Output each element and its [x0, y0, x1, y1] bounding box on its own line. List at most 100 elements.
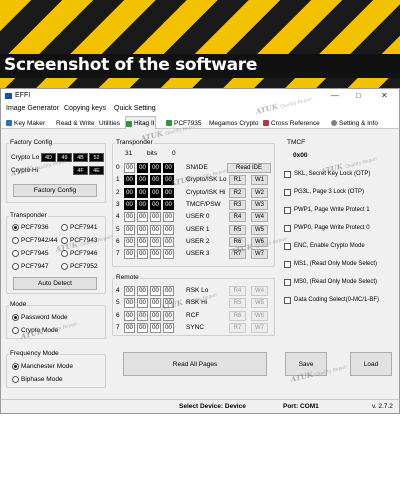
- page-byte-field[interactable]: 00: [163, 236, 174, 247]
- remote-byte-field[interactable]: 00: [124, 310, 135, 321]
- read-page-button[interactable]: R4: [229, 286, 246, 296]
- page-byte-field[interactable]: 00: [124, 212, 135, 223]
- radio-password-mode[interactable]: [12, 314, 19, 321]
- page-byte-field[interactable]: 00: [137, 224, 148, 235]
- radio-pcf7945[interactable]: [12, 250, 19, 257]
- write-page-button[interactable]: W4: [251, 286, 268, 296]
- menu-copying-keys[interactable]: Copying keys: [64, 105, 106, 112]
- write-page-button[interactable]: W6: [251, 310, 268, 321]
- page-byte-field[interactable]: 00: [124, 175, 135, 186]
- read-all-pages-button[interactable]: Read All Pages: [123, 352, 267, 376]
- read-page-button[interactable]: R1: [229, 175, 246, 186]
- page-byte-field[interactable]: 00: [163, 224, 174, 235]
- tmcf-checkbox[interactable]: [284, 279, 291, 286]
- remote-byte-field[interactable]: 00: [150, 310, 161, 321]
- page-byte-field[interactable]: 00: [150, 236, 161, 247]
- tmcf-checkbox[interactable]: [284, 243, 291, 250]
- minimize-icon[interactable]: —: [331, 91, 339, 100]
- load-button[interactable]: Load: [350, 352, 392, 376]
- remote-byte-field[interactable]: 00: [137, 322, 148, 333]
- tmcf-checkbox[interactable]: [284, 189, 291, 196]
- remote-byte-field[interactable]: 00: [163, 286, 174, 296]
- radio-pcf7941[interactable]: [61, 224, 68, 231]
- tmcf-checkbox[interactable]: [284, 225, 291, 232]
- remote-byte-field[interactable]: 00: [150, 322, 161, 333]
- tab-cross-reference[interactable]: Cross Reference: [263, 117, 320, 128]
- crypto-lo-byte-3[interactable]: 4B: [73, 153, 88, 162]
- page-byte-field[interactable]: 00: [163, 249, 174, 260]
- tab-key-maker[interactable]: Key Maker: [6, 117, 45, 128]
- page-byte-field[interactable]: 00: [137, 187, 148, 198]
- page-byte-field[interactable]: 00: [124, 236, 135, 247]
- page-byte-field[interactable]: 00: [150, 212, 161, 223]
- read-page-button[interactable]: R7: [229, 322, 246, 333]
- tab-hitag-ii[interactable]: Hitag II: [125, 116, 156, 129]
- tab-read-write[interactable]: Read & Write: [56, 117, 95, 128]
- tmcf-checkbox[interactable]: [284, 171, 291, 178]
- page-byte-field[interactable]: 00: [150, 175, 161, 186]
- radio-manchester-mode[interactable]: [12, 363, 19, 370]
- remote-byte-field[interactable]: 00: [137, 310, 148, 321]
- write-page-button[interactable]: W5: [251, 298, 268, 309]
- write-page-button[interactable]: W1: [251, 175, 268, 186]
- remote-byte-field[interactable]: 00: [137, 286, 148, 296]
- page-byte-field[interactable]: 00: [163, 212, 174, 223]
- page-byte-field[interactable]: 00: [124, 249, 135, 260]
- tab-megamos-crypto[interactable]: Megamos Crypto: [209, 117, 259, 128]
- factory-config-button[interactable]: Factory Config: [13, 184, 97, 197]
- read-page-button[interactable]: R5: [229, 298, 246, 309]
- read-page-button[interactable]: R3: [229, 199, 246, 210]
- page-byte-field[interactable]: 00: [150, 187, 161, 198]
- read-page-button[interactable]: R6: [229, 310, 246, 321]
- remote-byte-field[interactable]: 00: [124, 286, 135, 296]
- page-byte-field[interactable]: 00: [124, 187, 135, 198]
- write-page-button[interactable]: W7: [251, 249, 268, 260]
- crypto-lo-byte-4[interactable]: 52: [89, 153, 104, 162]
- remote-byte-field[interactable]: 00: [163, 322, 174, 333]
- page-byte-field[interactable]: 00: [137, 163, 148, 173]
- page-byte-field[interactable]: 00: [124, 163, 135, 173]
- page-byte-field[interactable]: 00: [137, 249, 148, 260]
- tab-setting-info[interactable]: Setting & Info: [331, 117, 378, 128]
- page-byte-field[interactable]: 00: [150, 249, 161, 260]
- write-page-button[interactable]: W7: [251, 322, 268, 333]
- radio-pcf7942-44[interactable]: [12, 237, 19, 244]
- remote-byte-field[interactable]: 00: [150, 286, 161, 296]
- tmcf-checkbox[interactable]: [284, 297, 291, 304]
- auto-detect-button[interactable]: Auto Detect: [13, 277, 97, 290]
- write-page-button[interactable]: W3: [251, 199, 268, 210]
- radio-pcf7936[interactable]: [12, 224, 19, 231]
- remote-byte-field[interactable]: 00: [163, 310, 174, 321]
- read-page-button[interactable]: R2: [229, 187, 246, 198]
- write-page-button[interactable]: W2: [251, 187, 268, 198]
- page-byte-field[interactable]: 00: [150, 224, 161, 235]
- radio-pcf7952[interactable]: [61, 263, 68, 270]
- page-byte-field[interactable]: 00: [150, 163, 161, 173]
- read-ide-button[interactable]: Read IDE: [227, 163, 271, 173]
- page-byte-field[interactable]: 00: [150, 199, 161, 210]
- remote-byte-field[interactable]: 00: [124, 298, 135, 309]
- tmcf-checkbox[interactable]: [284, 207, 291, 214]
- tmcf-checkbox[interactable]: [284, 261, 291, 268]
- page-byte-field[interactable]: 00: [124, 199, 135, 210]
- read-page-button[interactable]: R4: [229, 212, 246, 223]
- radio-biphase-mode[interactable]: [12, 376, 19, 383]
- page-byte-field[interactable]: 00: [163, 187, 174, 198]
- crypto-hi-byte-1[interactable]: 4F: [73, 166, 88, 175]
- write-page-button[interactable]: W5: [251, 224, 268, 235]
- radio-crypto-mode[interactable]: [12, 327, 19, 334]
- page-byte-field[interactable]: 00: [137, 199, 148, 210]
- page-byte-field[interactable]: 00: [137, 236, 148, 247]
- crypto-hi-byte-2[interactable]: 4E: [89, 166, 104, 175]
- page-byte-field[interactable]: 00: [163, 199, 174, 210]
- read-page-button[interactable]: R5: [229, 224, 246, 235]
- page-byte-field[interactable]: 00: [124, 224, 135, 235]
- menu-quick-setting[interactable]: Quick Setting: [114, 105, 156, 112]
- menu-image-generator[interactable]: Image Generator: [6, 105, 59, 112]
- close-icon[interactable]: ✕: [381, 91, 388, 100]
- page-byte-field[interactable]: 00: [137, 175, 148, 186]
- write-page-button[interactable]: W4: [251, 212, 268, 223]
- tab-utilities[interactable]: Utilities: [99, 117, 120, 128]
- remote-byte-field[interactable]: 00: [124, 322, 135, 333]
- remote-byte-field[interactable]: 00: [137, 298, 148, 309]
